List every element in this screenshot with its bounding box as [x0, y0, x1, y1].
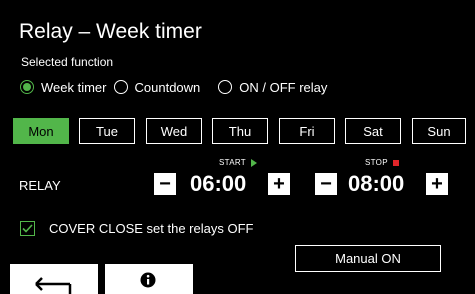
stop-icon: [392, 159, 399, 166]
info-button[interactable]: [105, 264, 193, 294]
day-mon[interactable]: Mon: [13, 118, 69, 144]
day-thu[interactable]: Thu: [212, 118, 268, 144]
day-wed[interactable]: Wed: [146, 118, 202, 144]
back-button[interactable]: [10, 264, 98, 294]
start-label: START: [219, 158, 257, 167]
radio-week-timer[interactable]: Week timer: [20, 80, 107, 95]
radio-unselected-icon: [113, 80, 128, 94]
cover-close-label: COVER CLOSE set the relays OFF: [49, 221, 254, 236]
radio-on-off-relay-label: ON / OFF relay: [239, 79, 328, 95]
stop-label: STOP: [365, 158, 399, 167]
function-radio-group: Week timer Countdown ON / OFF relay: [20, 78, 327, 96]
stop-label-text: STOP: [365, 158, 388, 167]
radio-week-timer-label: Week timer: [41, 79, 107, 95]
start-decrease-button[interactable]: −: [154, 173, 176, 195]
checkmark-icon: [22, 224, 33, 233]
day-sun[interactable]: Sun: [412, 118, 466, 144]
radio-countdown[interactable]: Countdown: [113, 79, 201, 95]
radio-selected-icon: [20, 80, 34, 94]
stop-time-value[interactable]: 08:00: [348, 170, 404, 198]
start-increase-button[interactable]: +: [268, 173, 290, 195]
start-label-text: START: [219, 158, 246, 167]
manual-on-button[interactable]: Manual ON: [295, 245, 441, 272]
day-sat[interactable]: Sat: [345, 118, 401, 144]
page-title: Relay – Week timer: [19, 20, 202, 43]
return-arrow-icon: [35, 277, 72, 294]
day-fri[interactable]: Fri: [279, 118, 335, 144]
info-icon: [140, 272, 156, 288]
selected-function-label: Selected function: [21, 55, 114, 69]
radio-countdown-label: Countdown: [134, 79, 201, 95]
cover-close-option: COVER CLOSE set the relays OFF: [20, 221, 253, 236]
stop-decrease-button[interactable]: −: [315, 173, 337, 195]
relay-week-timer-screen: Relay – Week timer Selected function Wee…: [0, 0, 475, 294]
radio-on-off-relay[interactable]: ON / OFF relay: [218, 80, 327, 95]
radio-unselected-icon: [218, 80, 233, 94]
relay-label: RELAY: [19, 178, 61, 193]
cover-close-checkbox[interactable]: [20, 221, 35, 236]
play-icon: [250, 158, 257, 167]
stop-increase-button[interactable]: +: [426, 173, 448, 195]
day-tue[interactable]: Tue: [79, 118, 135, 144]
start-time-value[interactable]: 06:00: [190, 170, 246, 198]
